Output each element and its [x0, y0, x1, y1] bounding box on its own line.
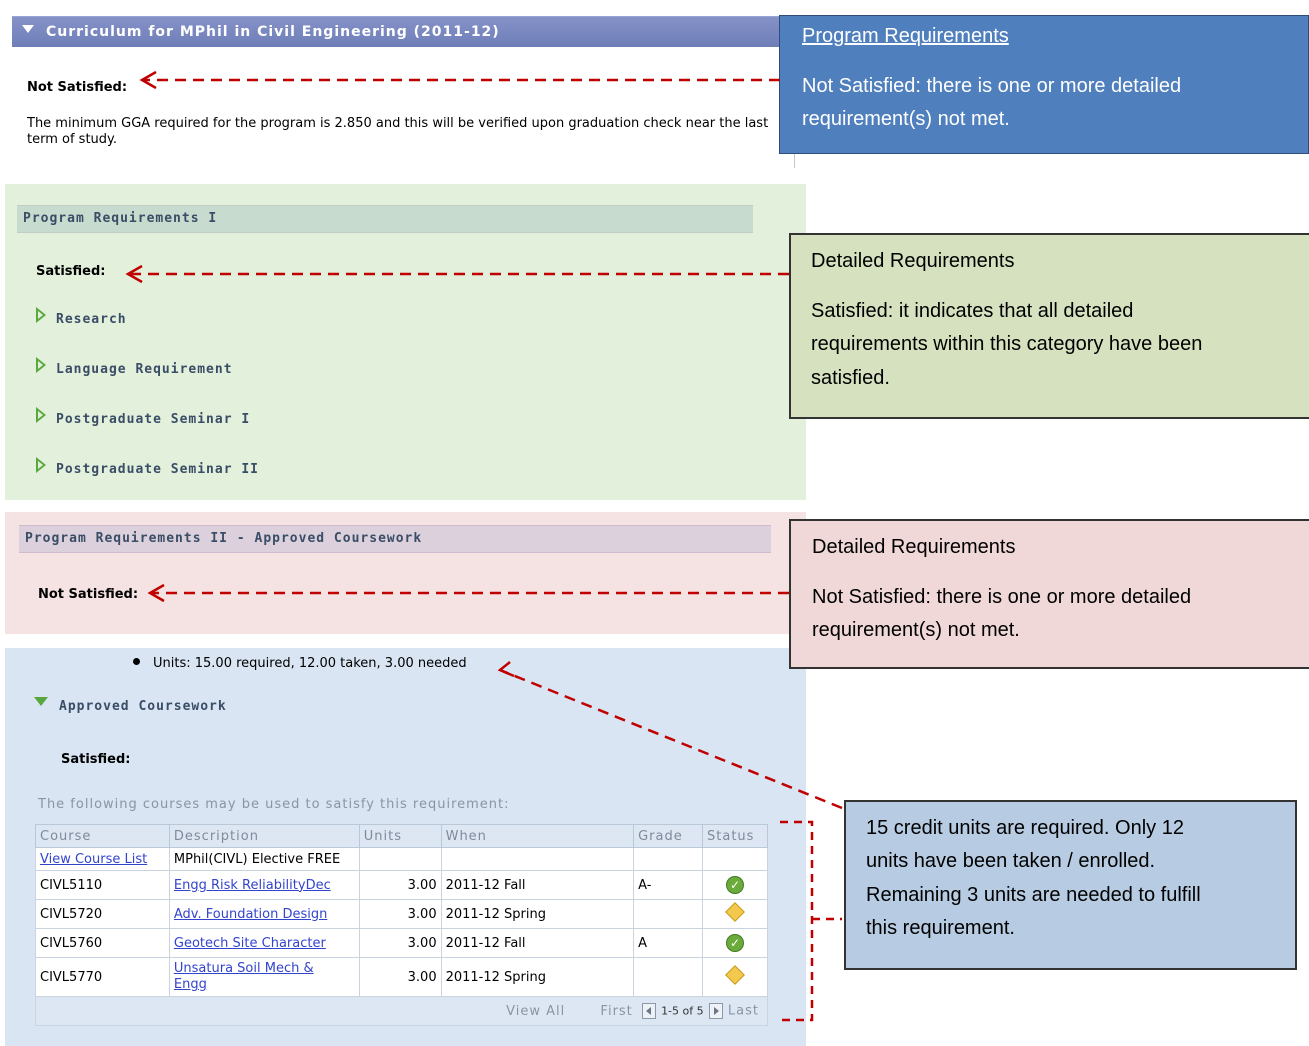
table-row: CIVL5720 Adv. Foundation Design 3.00 201… [35, 899, 768, 929]
course-code: CIVL5770 [35, 957, 170, 997]
callout-text: 15 credit units are required. Only 12 [866, 817, 1184, 839]
course-code: CIVL5110 [35, 870, 170, 900]
units-cell: 3.00 [358, 899, 442, 929]
program-requirements-1-status: Satisfied: [36, 264, 106, 279]
column-header[interactable]: Grade [633, 824, 704, 848]
last-link[interactable]: Last [728, 1004, 759, 1019]
table-row: CIVL5770 Unsatura Soil Mech & Engg 3.00 … [35, 957, 768, 997]
view-all-link[interactable]: View All [506, 1004, 565, 1019]
previous-page-icon[interactable] [641, 1003, 656, 1019]
when-cell: 2011-12 Spring [440, 957, 635, 997]
collapse-triangle-icon[interactable] [34, 697, 48, 706]
view-course-list-link[interactable]: View Course List [40, 852, 147, 867]
expand-triangle-icon[interactable] [36, 307, 46, 323]
callout-text: Not Satisfied: there is one or more deta… [812, 586, 1192, 608]
program-requirements-2-header[interactable]: Program Requirements II - Approved Cours… [19, 525, 771, 553]
column-header[interactable]: Status [702, 824, 768, 848]
grade-cell: A [633, 928, 704, 958]
course-code: CIVL5760 [35, 928, 170, 958]
column-header[interactable]: Description [168, 824, 360, 848]
callout-text: requirements within this category have b… [811, 333, 1203, 355]
arrowhead-icon [139, 70, 157, 90]
callout-text: units have been taken / enrolled. [866, 850, 1156, 872]
course-link[interactable]: Geotech Site Character [174, 936, 326, 951]
callout-title: Detailed Requirements [812, 536, 1016, 558]
in-progress-diamond-icon [725, 902, 745, 922]
requirement-label: Postgraduate Seminar I [56, 412, 251, 427]
callout-title: Detailed Requirements [811, 250, 1015, 272]
requirement-label: Postgraduate Seminar II [56, 462, 260, 477]
program-requirements-1-header[interactable]: Program Requirements I [17, 205, 753, 233]
expand-triangle-icon[interactable] [36, 407, 46, 423]
callout-text: requirement(s) not met. [802, 108, 1010, 130]
table-row: CIVL5760 Geotech Site Character 3.00 201… [35, 928, 768, 958]
section-title: Program Requirements I [23, 211, 218, 226]
callout-text: this requirement. [866, 917, 1015, 939]
approved-coursework-title[interactable]: Approved Coursework [59, 699, 227, 714]
in-progress-diamond-icon [725, 965, 745, 985]
units-callout: 15 credit units are required. Only 12 un… [844, 800, 1297, 970]
table-row: CIVL5110 Engg Risk ReliabilityDec 3.00 2… [35, 870, 768, 900]
course-code: CIVL5720 [35, 899, 170, 929]
when-cell: 2011-12 Spring [440, 899, 635, 929]
curriculum-title: Curriculum for MPhil in Civil Engineerin… [46, 24, 500, 40]
curriculum-status: Not Satisfied: [27, 80, 128, 95]
units-cell: 3.00 [358, 870, 442, 900]
courses-intro: The following courses may be used to sat… [38, 797, 510, 812]
course-table: Course Description Units When Grade Stat… [35, 824, 768, 1026]
callout-text: Not Satisfied: there is one or more deta… [802, 75, 1182, 97]
when-cell: 2011-12 Fall [440, 928, 635, 958]
units-cell: 3.00 [358, 928, 442, 958]
collapse-triangle-icon[interactable] [22, 25, 34, 33]
table-navigation: View All First 1-5 of 5 Last [35, 996, 768, 1026]
next-page-icon[interactable] [708, 1003, 723, 1019]
detailed-satisfied-callout: Detailed Requirements Satisfied: it indi… [789, 233, 1309, 419]
page-range: 1-5 of 5 [661, 1004, 704, 1018]
column-header[interactable]: Units [358, 824, 442, 848]
table-header-row: Course Description Units When Grade Stat… [35, 824, 768, 848]
column-header[interactable]: Course [35, 824, 170, 848]
callout-text: satisfied. [811, 367, 890, 389]
bullet-icon [133, 658, 140, 665]
curriculum-header[interactable]: Curriculum for MPhil in Civil Engineerin… [12, 16, 784, 47]
completed-check-icon: ✓ [726, 934, 744, 952]
description-cell: MPhil(CIVL) Elective FREE [168, 847, 360, 871]
grade-cell [633, 957, 704, 997]
units-cell: 3.00 [358, 957, 442, 997]
callout-title: Program Requirements [802, 25, 1009, 47]
course-link[interactable]: Unsatura Soil Mech & Engg [174, 961, 334, 993]
completed-check-icon: ✓ [726, 876, 744, 894]
callout-text: Remaining 3 units are needed to fulfill [866, 884, 1201, 906]
requirement-label: Language Requirement [56, 362, 233, 377]
course-link[interactable]: Adv. Foundation Design [174, 907, 327, 922]
detailed-not-satisfied-callout: Detailed Requirements Not Satisfied: the… [789, 519, 1309, 669]
when-cell: 2011-12 Fall [440, 870, 635, 900]
approved-coursework-status: Satisfied: [61, 752, 131, 767]
grade-cell [633, 899, 704, 929]
grade-cell: A- [633, 870, 704, 900]
column-header[interactable]: When [440, 824, 635, 848]
requirement-label: Research [56, 312, 127, 327]
program-requirements-callout: Program Requirements Not Satisfied: ther… [779, 15, 1309, 154]
program-requirements-2-status: Not Satisfied: [38, 587, 139, 602]
expand-triangle-icon[interactable] [36, 357, 46, 373]
course-link[interactable]: Engg Risk ReliabilityDec [174, 878, 331, 893]
gga-note: The minimum GGA required for the program… [27, 116, 769, 147]
callout-text: requirement(s) not met. [812, 619, 1020, 641]
table-row: View Course List MPhil(CIVL) Elective FR… [35, 847, 768, 871]
section-title: Program Requirements II - Approved Cours… [25, 531, 423, 546]
first-link[interactable]: First [600, 1004, 632, 1019]
expand-triangle-icon[interactable] [36, 457, 46, 473]
callout-text: Satisfied: it indicates that all detaile… [811, 300, 1134, 322]
units-summary: Units: 15.00 required, 12.00 taken, 3.00… [153, 656, 467, 671]
